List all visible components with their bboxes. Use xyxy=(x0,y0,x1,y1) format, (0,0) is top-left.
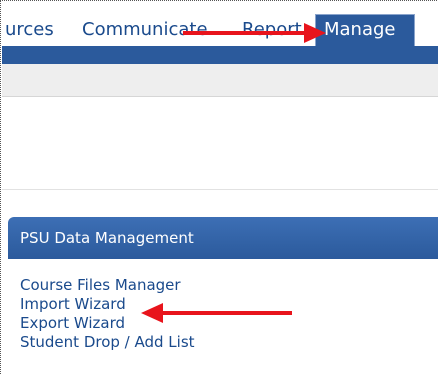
import-wizard-link[interactable]: Import Wizard xyxy=(20,295,195,314)
export-wizard-link[interactable]: Export Wizard xyxy=(20,314,195,333)
sub-nav-band xyxy=(2,64,438,97)
panel-title: PSU Data Management xyxy=(20,229,194,247)
nav-band xyxy=(2,46,438,64)
student-drop-add-list-link[interactable]: Student Drop / Add List xyxy=(20,333,195,352)
tab-resources[interactable]: urces xyxy=(5,18,54,42)
tab-communicate[interactable]: Communicate xyxy=(82,18,208,42)
tab-reports[interactable]: Report xyxy=(242,18,302,42)
course-files-manager-link[interactable]: Course Files Manager xyxy=(20,276,195,295)
top-nav: urces Communicate Report Manage xyxy=(2,2,438,48)
content-divider xyxy=(2,189,438,190)
panel-header: PSU Data Management xyxy=(8,217,438,259)
data-management-links: Course Files Manager Import Wizard Expor… xyxy=(20,276,195,352)
tab-manage[interactable]: Manage xyxy=(315,14,415,48)
